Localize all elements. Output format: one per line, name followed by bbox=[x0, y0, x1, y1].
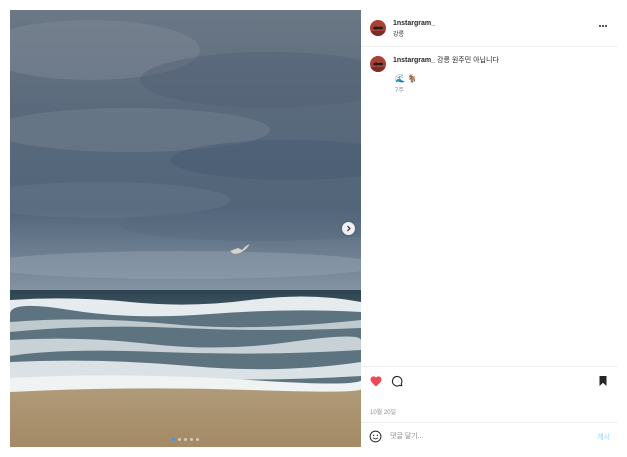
wave-emoji: 🌊 bbox=[395, 74, 405, 83]
beach-photo bbox=[10, 10, 361, 447]
next-image-button[interactable] bbox=[342, 222, 355, 235]
caption: 1nstargram_ 강릉 원주민 아닙니다 bbox=[393, 56, 608, 65]
post-comment-button[interactable]: 게시 bbox=[597, 432, 610, 442]
more-options-button[interactable] bbox=[599, 23, 609, 29]
bookmark-filled-icon[interactable] bbox=[596, 375, 610, 387]
carousel-dot bbox=[184, 438, 187, 441]
post-details-panel: 1nstargram_ 강릉 1nstargram_ 강릉 원주민 아닙니다 🌊 … bbox=[361, 10, 618, 447]
caption-time-ago: 7주 bbox=[395, 88, 404, 94]
carousel-dot bbox=[196, 438, 199, 441]
goat-emoji: 🐐 bbox=[406, 74, 417, 83]
avatar-image bbox=[370, 56, 386, 72]
post-card: 1nstargram_ 강릉 1nstargram_ 강릉 원주민 아닙니다 🌊 … bbox=[10, 10, 618, 447]
post-media[interactable] bbox=[10, 10, 361, 447]
post-header: 1nstargram_ 강릉 bbox=[361, 10, 618, 47]
avatar-image bbox=[370, 20, 386, 36]
caption-avatar[interactable] bbox=[370, 56, 386, 72]
post-date: 10월 20일 bbox=[370, 410, 397, 416]
action-bar bbox=[361, 366, 618, 391]
location-link[interactable]: 강릉 bbox=[393, 29, 404, 38]
caption-emojis: 🌊 🐐 bbox=[395, 74, 417, 83]
caption-username[interactable]: 1nstargram_ bbox=[393, 57, 435, 64]
comment-icon[interactable] bbox=[390, 375, 404, 387]
carousel-dot bbox=[172, 438, 175, 441]
comment-input[interactable] bbox=[390, 430, 570, 443]
more-horizontal-icon bbox=[599, 25, 601, 27]
avatar[interactable] bbox=[370, 20, 386, 36]
heart-filled-icon[interactable] bbox=[369, 375, 383, 387]
carousel-indicator bbox=[10, 438, 361, 441]
caption-text: 강릉 원주민 아닙니다 bbox=[437, 57, 499, 64]
carousel-dot bbox=[178, 438, 181, 441]
comment-bar: 게시 bbox=[361, 422, 618, 448]
carousel-dot bbox=[190, 438, 193, 441]
chevron-right-icon bbox=[347, 225, 351, 232]
username-link[interactable]: 1nstargram_ bbox=[393, 20, 435, 27]
smiley-icon[interactable] bbox=[369, 430, 382, 443]
